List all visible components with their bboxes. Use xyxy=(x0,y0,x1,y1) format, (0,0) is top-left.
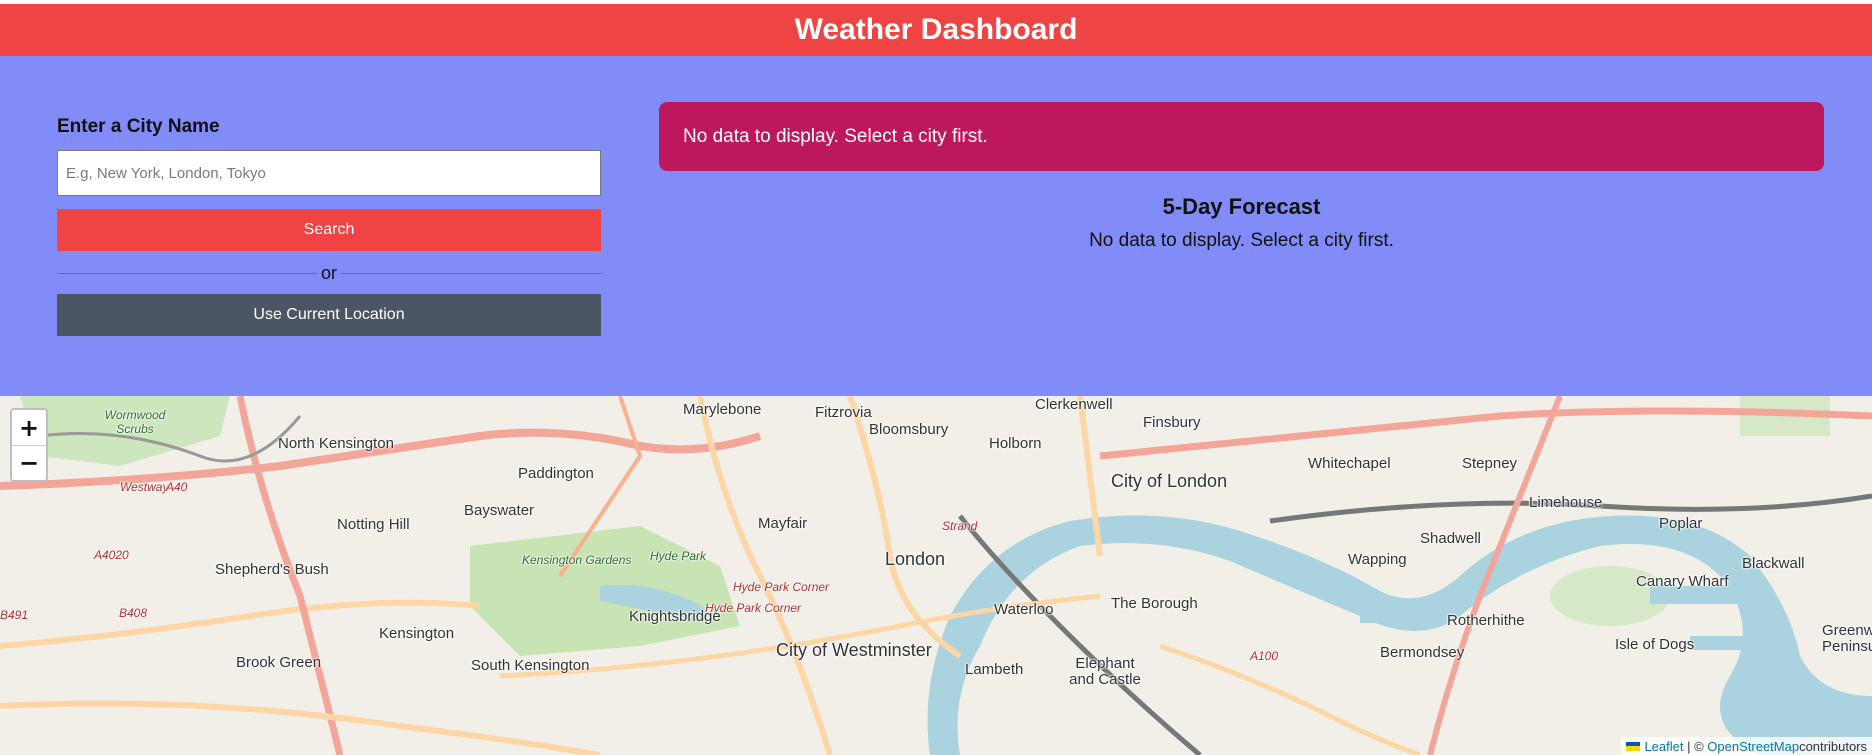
leaflet-link[interactable]: Leaflet xyxy=(1644,739,1683,754)
city-search-input[interactable] xyxy=(57,150,601,196)
city-search-label: Enter a City Name xyxy=(57,116,220,137)
map-label-b408: B408 xyxy=(119,606,148,620)
forecast-message: No data to display. Select a city first. xyxy=(1089,230,1394,251)
map-label-knightsbridge: Knightsbridge xyxy=(629,608,721,625)
map-label-notting-hill: Notting Hill xyxy=(337,516,410,533)
use-current-location-button[interactable]: Use Current Location xyxy=(57,294,601,336)
map-label-b491: B491 xyxy=(0,608,29,622)
current-weather-card: No data to display. Select a city first. xyxy=(659,102,1824,171)
divider-line-left xyxy=(57,272,317,274)
map-label-shepherds-bush: Shepherd's Bush xyxy=(215,561,329,578)
map-label-rotherhithe: Rotherhithe xyxy=(1447,612,1525,629)
map-label-bayswater: Bayswater xyxy=(464,502,535,519)
map-label-wormwood-scrubs: Wormwood Scrubs xyxy=(104,408,166,436)
map-label-clerkenwell: Clerkenwell xyxy=(1035,396,1113,413)
map-label-shadwell: Shadwell xyxy=(1420,530,1481,547)
openstreetmap-link[interactable]: OpenStreetMap xyxy=(1707,739,1799,754)
map-label-fitzrovia: Fitzrovia xyxy=(815,404,872,421)
map-attribution: Leaflet | © OpenStreetMap contributors xyxy=(1621,737,1872,755)
map-label-brook-green: Brook Green xyxy=(236,654,322,671)
map-label-poplar: Poplar xyxy=(1659,515,1703,532)
map-label-the-borough: The Borough xyxy=(1111,595,1198,612)
map-label-elephant-and-castle: Elephant and Castle xyxy=(1069,655,1141,688)
map-label-westway: Westway xyxy=(120,480,169,494)
dashboard-panel: Enter a City Name Search or Use Current … xyxy=(0,56,1872,396)
map-label-holborn: Holborn xyxy=(989,435,1042,452)
map-label-mayfair: Mayfair xyxy=(758,515,808,532)
map-label-london: London xyxy=(885,549,946,569)
zoom-in-button[interactable]: + xyxy=(12,410,46,445)
map-label-stepney: Stepney xyxy=(1462,455,1518,472)
map-label-strand: Strand xyxy=(942,519,978,533)
map-label-a4020: A4020 xyxy=(94,548,129,562)
divider-line-right xyxy=(341,272,602,274)
map-label-city-of-westminster: City of Westminster xyxy=(776,640,932,660)
map-label-bermondsey: Bermondsey xyxy=(1380,644,1465,661)
map-label-kensington-gardens: Kensington Gardens xyxy=(522,553,632,567)
app-header: Weather Dashboard xyxy=(0,4,1872,56)
search-button[interactable]: Search xyxy=(57,209,601,251)
map-label-south-kensington: South Kensington xyxy=(471,657,590,674)
map-label-whitechapel: Whitechapel xyxy=(1308,455,1391,472)
map-view[interactable]: Marylebone Fitzrovia Clerkenwell Finsbur… xyxy=(0,396,1872,755)
current-weather-message: No data to display. Select a city first. xyxy=(683,125,988,147)
map-zoom-control: + − xyxy=(10,408,48,482)
attribution-separator: | © xyxy=(1683,738,1708,754)
map-label-lambeth: Lambeth xyxy=(965,661,1024,678)
map-label-isle-of-dogs: Isle of Dogs xyxy=(1615,636,1695,653)
map-label-blackwall: Blackwall xyxy=(1742,555,1805,572)
map-label-finsbury: Finsbury xyxy=(1143,414,1201,431)
ukraine-flag-icon xyxy=(1626,741,1641,751)
map-label-paddington: Paddington xyxy=(518,465,594,482)
map-label-limehouse: Limehouse xyxy=(1529,494,1603,511)
map-label-bloomsbury: Bloomsbury xyxy=(869,421,949,438)
or-divider: or xyxy=(57,261,602,285)
page-title: Weather Dashboard xyxy=(794,13,1078,46)
map-label-canary-wharf: Canary Wharf xyxy=(1636,573,1729,590)
zoom-out-button[interactable]: − xyxy=(12,445,46,480)
map-label-city-of-london: City of London xyxy=(1111,471,1228,491)
map-label-a40: A40 xyxy=(166,480,188,494)
map-label-kensington: Kensington xyxy=(379,625,455,642)
map-label-wapping: Wapping xyxy=(1348,551,1407,568)
map-label-hyde-park-corner: Hyde Park Corner xyxy=(733,580,830,594)
map-label-marylebone: Marylebone xyxy=(683,401,762,418)
map-label-a100: A100 xyxy=(1250,649,1279,663)
map-label-hyde-park: Hyde Park xyxy=(650,549,707,563)
map-label-north-kensington: North Kensington xyxy=(278,435,394,452)
forecast-title: 5-Day Forecast xyxy=(1162,194,1321,219)
attribution-suffix: contributors xyxy=(1799,738,1867,754)
map-label-greenwich-peninsula: Greenwich Peninsula xyxy=(1822,622,1872,655)
map-label-waterloo: Waterloo xyxy=(994,601,1054,618)
or-divider-label: or xyxy=(321,262,338,283)
